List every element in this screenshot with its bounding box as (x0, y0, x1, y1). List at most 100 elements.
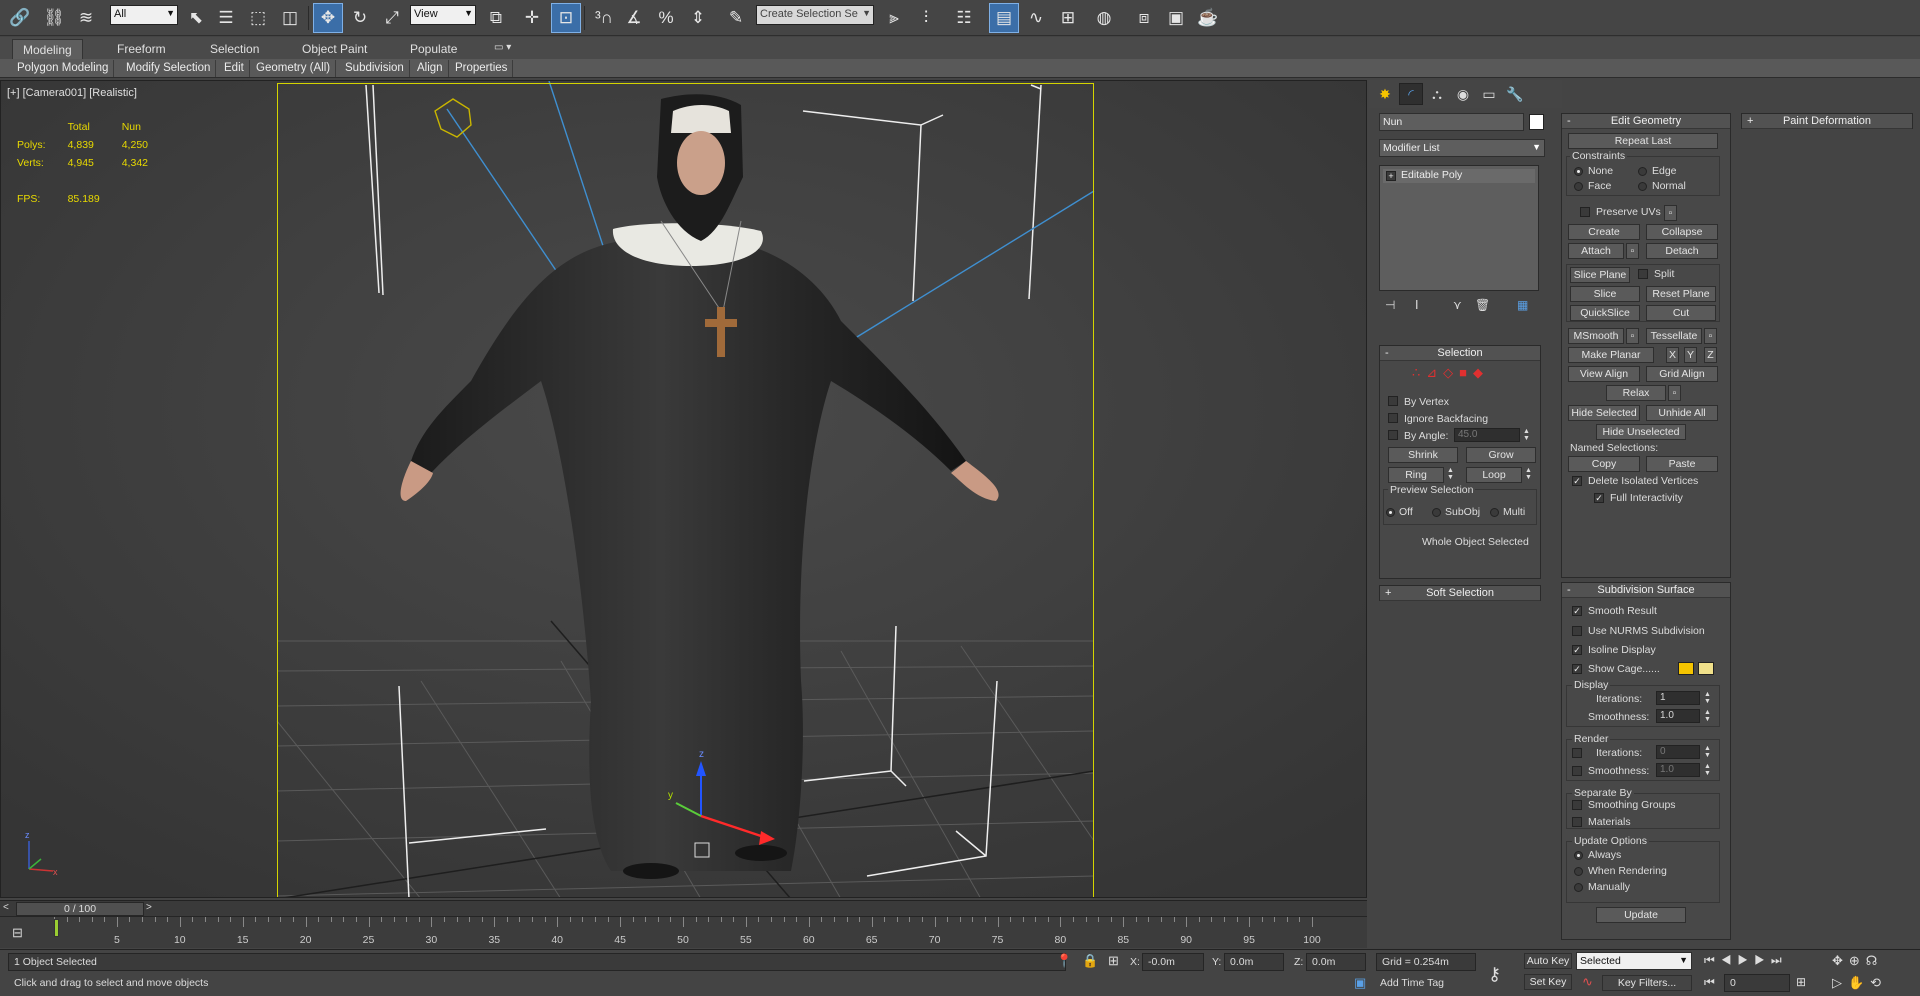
slice-button[interactable]: Slice (1570, 286, 1640, 302)
remove-modifier-icon[interactable]: 🗑 (1475, 298, 1490, 312)
panel-subdivision[interactable]: Subdivision (340, 60, 410, 77)
preserve-uvs-settings-button[interactable]: ▫ (1664, 205, 1677, 221)
by-angle-spinner-icon[interactable]: ▲ ▼ (1522, 428, 1531, 442)
split-checkbox[interactable] (1638, 269, 1648, 279)
percent-snap-icon[interactable]: % (652, 4, 680, 32)
attach-list-button[interactable]: ▫ (1626, 243, 1639, 259)
pin-stack-icon[interactable]: ⊣ (1385, 298, 1395, 312)
copy-button[interactable]: Copy (1568, 456, 1640, 472)
update-when-rendering-radio[interactable] (1574, 867, 1583, 876)
planar-x-button[interactable]: X (1666, 347, 1679, 363)
cage-color-2-swatch[interactable] (1698, 662, 1714, 675)
show-end-result-icon[interactable]: Ⅰ (1415, 298, 1419, 312)
bind-space-warp-icon[interactable]: ≋ (72, 4, 100, 32)
time-slider-thumb[interactable]: 0 / 100 (16, 902, 144, 916)
display-iterations-input[interactable]: 1 (1656, 691, 1700, 705)
ignore-backfacing-checkbox[interactable] (1388, 413, 1398, 423)
edit-geometry-rollout-header[interactable]: - Edit Geometry (1562, 114, 1730, 129)
isoline-checkbox[interactable]: ✓ (1572, 645, 1582, 655)
attach-button[interactable]: Attach (1568, 243, 1624, 259)
reset-plane-button[interactable]: Reset Plane (1646, 286, 1716, 302)
create-tab-icon[interactable]: ✸ (1373, 83, 1397, 105)
previous-frame-icon[interactable]: < (3, 902, 9, 913)
render-production-icon[interactable]: ☕ (1194, 4, 1222, 32)
manipulate-icon[interactable]: ✛ (518, 4, 546, 32)
panel-polygon-modeling[interactable]: Polygon Modeling (12, 60, 115, 77)
stack-item-editable-poly[interactable]: + Editable Poly (1383, 169, 1535, 183)
display-tab-icon[interactable]: ▭ (1477, 83, 1501, 105)
edit-named-selection-icon[interactable]: ✎ (722, 4, 750, 32)
subdivision-rollout-header[interactable]: - Subdivision Surface (1562, 583, 1730, 598)
hide-selected-button[interactable]: Hide Selected (1568, 405, 1640, 421)
absolute-mode-icon[interactable]: ⊞ (1108, 953, 1119, 969)
next-frame-icon[interactable]: > (146, 902, 152, 913)
preserve-uvs-checkbox[interactable] (1580, 207, 1590, 217)
preview-off-radio[interactable] (1386, 508, 1395, 517)
panel-geometry-all[interactable]: Geometry (All) (251, 60, 337, 77)
use-nurms-checkbox[interactable] (1572, 626, 1582, 636)
schematic-view-icon[interactable]: ⊞ (1054, 4, 1082, 32)
quickslice-button[interactable]: QuickSlice (1570, 305, 1640, 321)
detach-button[interactable]: Detach (1646, 243, 1718, 259)
viewport-label[interactable]: [+] [Camera001] [Realistic] (7, 87, 137, 99)
render-smoothness-checkbox[interactable] (1572, 766, 1582, 776)
render-iterations-checkbox[interactable] (1572, 748, 1582, 758)
loop-button[interactable]: Loop (1466, 467, 1522, 483)
selection-rollout-header[interactable]: - Selection (1380, 346, 1540, 361)
tab-object-paint[interactable]: Object Paint (292, 39, 377, 59)
layer-explorer-icon[interactable]: ☷ (950, 4, 978, 32)
hierarchy-tab-icon[interactable]: ⛬ (1425, 83, 1449, 105)
constraint-edge-radio[interactable] (1638, 167, 1647, 176)
select-object-icon[interactable]: ⬉ (182, 4, 210, 32)
planar-y-button[interactable]: Y (1684, 347, 1697, 363)
isolate-selection-icon[interactable]: 📍 (1056, 953, 1072, 969)
by-vertex-checkbox[interactable] (1388, 396, 1398, 406)
paint-deformation-rollout-header[interactable]: + Paint Deformation (1742, 114, 1912, 129)
tessellate-button[interactable]: Tessellate (1646, 328, 1702, 344)
tab-freeform[interactable]: Freeform (107, 39, 176, 59)
relax-settings-button[interactable]: ▫ (1668, 385, 1681, 401)
panel-properties[interactable]: Properties (450, 60, 514, 77)
constraint-normal-radio[interactable] (1638, 182, 1647, 191)
slice-plane-button[interactable]: Slice Plane (1570, 267, 1630, 283)
soft-selection-rollout-header[interactable]: + Soft Selection (1380, 586, 1540, 601)
modifier-list-dropdown[interactable]: Modifier List ▼ (1379, 139, 1545, 157)
render-smoothness-input[interactable]: 1.0 (1656, 763, 1700, 777)
x-coord-input[interactable]: -0.0m (1142, 953, 1204, 971)
unhide-all-button[interactable]: Unhide All (1646, 405, 1718, 421)
panel-modify-selection[interactable]: Modify Selection (121, 60, 217, 77)
time-slider[interactable]: < 0 / 100 > (0, 900, 1367, 916)
cut-button[interactable]: Cut (1646, 305, 1716, 321)
ribbon-options-icon[interactable]: ▭ ▾ (484, 39, 521, 59)
loop-spinner-icon[interactable]: ▲ ▼ (1524, 467, 1533, 481)
reference-coord-dropdown[interactable]: View ▼ (410, 5, 476, 25)
mini-curve-editor-icon[interactable]: ⊟ (12, 925, 23, 941)
by-angle-input[interactable]: 45.0 (1454, 428, 1520, 442)
view-align-button[interactable]: View Align (1568, 366, 1640, 382)
angle-snap-icon[interactable]: ∡ (620, 4, 648, 32)
toggle-ribbon-icon[interactable]: ▤ (989, 3, 1019, 33)
relax-button[interactable]: Relax (1606, 385, 1666, 401)
stack-expand-icon[interactable]: + (1386, 171, 1396, 181)
display-iterations-spinner-icon[interactable]: ▲ ▼ (1703, 691, 1712, 705)
render-setup-icon[interactable]: ⧈ (1130, 4, 1158, 32)
unlink-icon[interactable]: ⛓ (40, 4, 68, 32)
selection-filter-dropdown[interactable]: All ▼ (110, 5, 178, 25)
hide-unselected-button[interactable]: Hide Unselected (1596, 424, 1686, 440)
render-iterations-spinner-icon[interactable]: ▲ ▼ (1703, 745, 1712, 759)
material-editor-icon[interactable]: ◍ (1090, 4, 1118, 32)
make-unique-icon[interactable]: ⋎ (1453, 298, 1462, 312)
camera-viewport[interactable]: z y z x [+] [Camera001] [Realistic] Tota… (0, 80, 1367, 898)
object-name-field[interactable]: Nun (1379, 113, 1524, 131)
subobject-level-icons[interactable]: ∴⊿◇■◆ (1412, 365, 1489, 381)
smooth-result-checkbox[interactable]: ✓ (1572, 606, 1582, 616)
paste-button[interactable]: Paste (1646, 456, 1718, 472)
z-coord-input[interactable]: 0.0m (1306, 953, 1366, 971)
update-always-radio[interactable] (1574, 851, 1583, 860)
select-move-icon[interactable]: ✥ (313, 3, 343, 33)
msmooth-button[interactable]: MSmooth (1568, 328, 1624, 344)
ring-button[interactable]: Ring (1388, 467, 1444, 483)
select-scale-icon[interactable]: ⤢ (378, 4, 406, 32)
grow-button[interactable]: Grow (1466, 447, 1536, 463)
viewport-navigation-icons[interactable]: ✥⊕☊ (1832, 953, 1883, 969)
